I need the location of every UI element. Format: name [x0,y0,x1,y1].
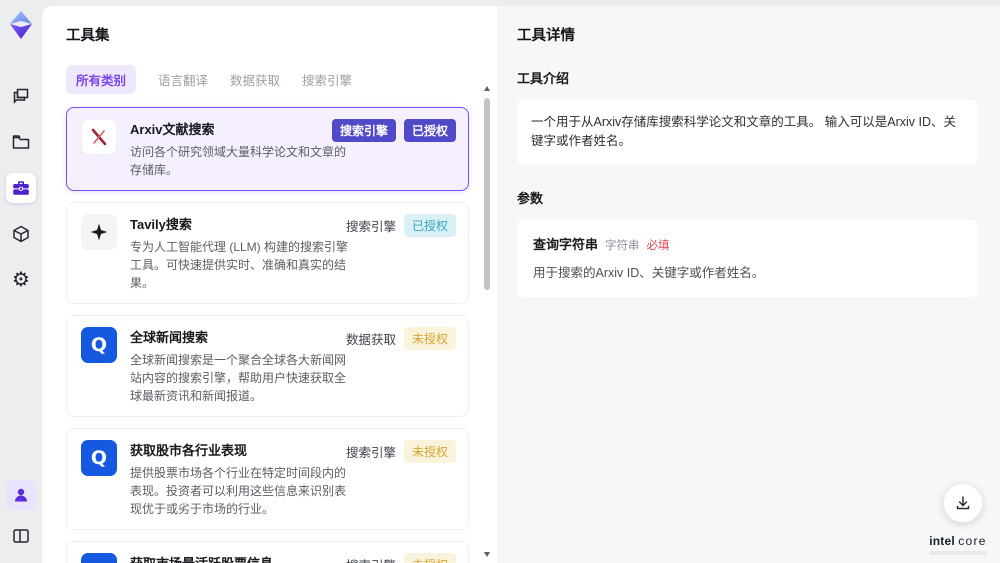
tool-card-tavily[interactable]: Tavily搜索 专为人工智能代理 (LLM) 构建的搜索引擎工具。可快速提供实… [66,202,469,304]
tool-name: 获取股市各行业表现 [130,443,248,458]
auth-badge: 已授权 [403,119,456,142]
gear-glyph: ⚙ [12,269,30,291]
tool-meta: 数据获取 未授权 [346,327,456,350]
param-type: 字符串 [605,239,640,252]
gear-icon[interactable]: ⚙ [6,265,36,295]
auth-badge: 未授权 [403,327,456,350]
intro-heading: 工具介绍 [517,71,570,86]
tools-list-panel: 工具集 所有类别 语言翻译 数据获取 搜索引擎 Arxiv文献搜索 访问各个研究… [42,6,497,563]
category-badge: 搜索引擎 [331,119,396,142]
tool-intro-text: 一个用于从Arxiv存储库搜索科学论文和文章的工具。 输入可以是Arxiv ID… [517,100,978,165]
params-heading: 参数 [517,190,544,206]
tab-data-fetch[interactable]: 数据获取 [230,65,280,94]
arxiv-x-logo-icon [81,119,117,155]
auth-badge: 未授权 [403,440,456,463]
four-point-star-icon [81,214,117,250]
blue-q-logo-icon: Q [81,440,117,476]
param-head: 查询字符串 字符串 必填 [533,234,962,253]
scrollbar-up-arrow[interactable] [484,86,490,91]
left-sidebar: ⚙ [0,0,42,563]
list-scrollbar [483,86,491,557]
q-logo-letter: Q [90,334,108,356]
param-required-flag: 必填 [646,239,670,252]
tool-card-active-stocks[interactable]: Q 获取市场最活跃股票信息 提供当天交易量最高的股票列表，投资者可以利用这些信息… [66,541,469,563]
detail-panel-title: 工具详情 [517,28,575,44]
tool-meta: 搜索引擎 已授权 [346,214,456,237]
auth-badge: 未授权 [403,553,456,563]
category-tabs: 所有类别 语言翻译 数据获取 搜索引擎 [66,65,475,94]
tab-language-translation[interactable]: 语言翻译 [158,65,208,94]
tool-card-global-news[interactable]: Q 全球新闻搜索 全球新闻搜索是一个聚合全球各大新闻网站内容的搜索引擎，帮助用户… [66,315,469,417]
tool-meta: 搜索引擎 已授权 [331,119,456,142]
tool-meta: 搜索引擎 未授权 [346,440,456,463]
tool-description: 专为人工智能代理 (LLM) 构建的搜索引擎工具。可快速提供实时、准确和真实的结… [130,240,349,290]
param-name: 查询字符串 [533,236,599,252]
tool-description: 全球新闻搜索是一个聚合全球各大新闻网站内容的搜索引擎，帮助用户快速获取全球最新资… [130,353,347,403]
tools-list: Arxiv文献搜索 访问各个研究领域大量科学论文和文章的存储库。 搜索引擎 已授… [66,107,475,563]
app-logo-gem-icon [7,9,35,41]
tab-all-categories[interactable]: 所有类别 [66,65,137,94]
tool-detail-panel: 工具详情 工具介绍 一个用于从Arxiv存储库搜索科学论文和文章的工具。 输入可… [497,6,1000,563]
tool-description: 访问各个研究领域大量科学论文和文章的存储库。 [130,145,347,177]
panel-toggle-icon[interactable] [6,521,36,551]
tool-card-arxiv[interactable]: Arxiv文献搜索 访问各个研究领域大量科学论文和文章的存储库。 搜索引擎 已授… [66,107,469,191]
core-logo-text: core [958,533,987,548]
intel-logo-text: intel [929,533,955,548]
tool-meta: 搜索引擎 未授权 [346,553,456,563]
page-title: 工具集 [66,28,110,44]
sidebar-nav: ⚙ [6,81,36,295]
brand-subtext-smudge [929,551,987,555]
param-description: 用于搜索的Arxiv ID、关键字或作者姓名。 [533,265,765,280]
q-logo-letter: Q [90,447,108,469]
toolbox-icon[interactable] [6,173,36,203]
tool-card-stock-sectors[interactable]: Q 获取股市各行业表现 提供股票市场各个行业在特定时间段内的表现。投资者可以利用… [66,428,469,530]
app-window: ⚙ 工具集 所有类别 语言翻译 数据获取 搜索引擎 Arxiv文献搜索 访问各个… [0,0,1000,563]
category-label: 数据获取 [345,333,396,347]
tool-name: Arxiv文献搜索 [130,122,215,137]
cube-icon[interactable] [6,219,36,249]
tool-name: 获取市场最活跃股票信息 [130,553,352,563]
blue-q-logo-icon: Q [81,327,117,363]
category-label: 搜索引擎 [345,220,396,234]
scrollbar-down-arrow[interactable] [484,552,490,557]
scrollbar-thumb[interactable] [484,98,490,290]
param-card: 查询字符串 字符串 必填 用于搜索的Arxiv ID、关键字或作者姓名。 [517,219,978,297]
category-label: 搜索引擎 [346,555,396,563]
chat-icon[interactable] [6,81,36,111]
folder-icon[interactable] [6,127,36,157]
tab-search-engine[interactable]: 搜索引擎 [302,65,352,94]
intel-core-logo: intel core [929,533,987,555]
sidebar-bottom [6,480,36,551]
download-button[interactable] [943,483,983,523]
download-icon [956,496,970,510]
auth-badge: 已授权 [403,214,456,237]
tool-name: 全球新闻搜索 [130,330,209,345]
user-icon[interactable] [6,480,36,510]
main-content: 工具集 所有类别 语言翻译 数据获取 搜索引擎 Arxiv文献搜索 访问各个研究… [42,6,1000,563]
tool-name: Tavily搜索 [130,217,192,232]
blue-q-logo-icon: Q [81,553,117,563]
tool-description: 提供股票市场各个行业在特定时间段内的表现。投资者可以利用这些信息来识别表现优于或… [130,466,347,516]
category-label: 搜索引擎 [345,446,396,460]
